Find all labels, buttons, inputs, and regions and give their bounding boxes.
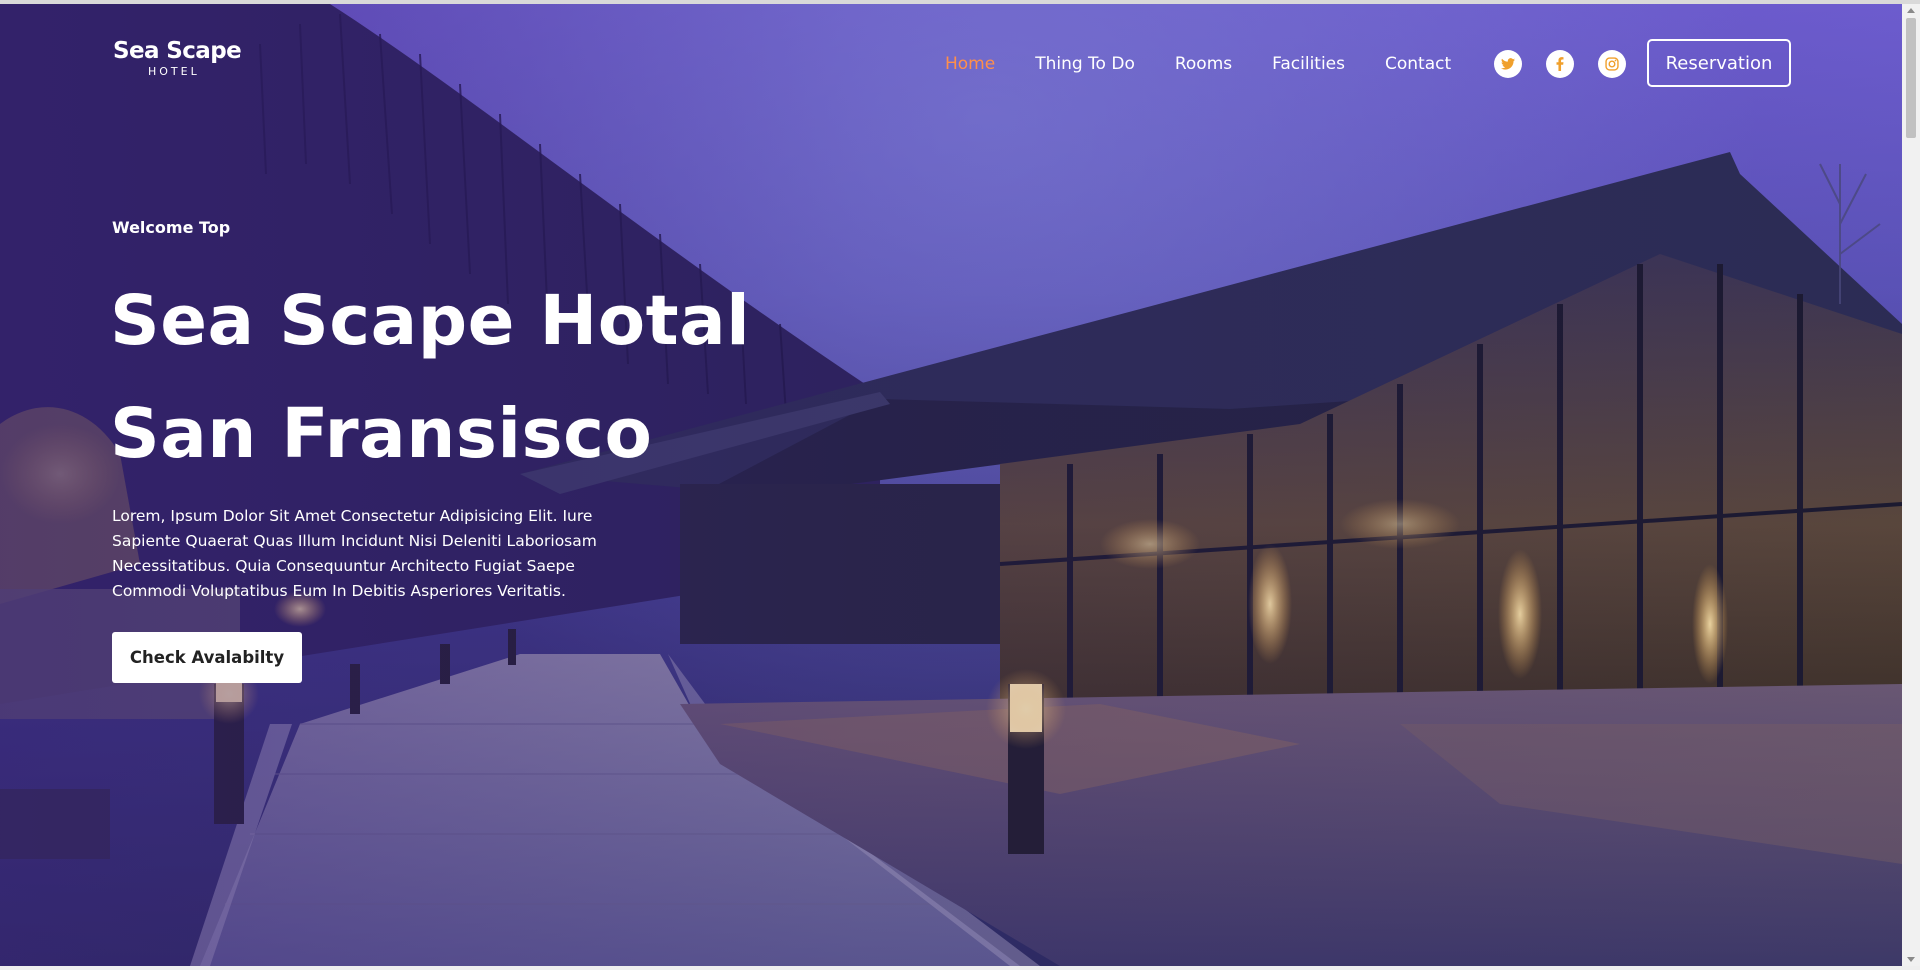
scroll-up-arrow-icon[interactable] bbox=[1907, 8, 1915, 13]
facebook-link[interactable] bbox=[1546, 50, 1574, 78]
nav-link-things-to-do[interactable]: Thing To Do bbox=[1035, 53, 1135, 75]
reservation-button[interactable]: Reservation bbox=[1647, 39, 1791, 87]
instagram-link[interactable] bbox=[1598, 50, 1626, 78]
facebook-icon bbox=[1556, 57, 1564, 71]
hero-title-line-2: San Fransisco bbox=[110, 394, 653, 474]
hero-title-line-1: Sea Scape Hotal bbox=[110, 281, 751, 361]
building-wall bbox=[680, 484, 1000, 644]
instagram-icon bbox=[1605, 57, 1619, 71]
main-nav: Home Thing To Do Rooms Facilities Contac… bbox=[945, 53, 1451, 75]
site-logo[interactable]: Sea Scape HOTEL bbox=[113, 37, 243, 79]
scroll-thumb[interactable] bbox=[1906, 18, 1916, 138]
nav-link-contact[interactable]: Contact bbox=[1385, 53, 1451, 75]
window-bottom-border bbox=[0, 966, 1920, 970]
twitter-icon bbox=[1501, 58, 1515, 70]
hero-description: Lorem, Ipsum Dolor Sit Amet Consectetur … bbox=[112, 507, 597, 600]
check-availability-button[interactable]: Check Avalabilty bbox=[112, 632, 302, 683]
hero-background-image bbox=[0, 4, 1902, 966]
hero-eyebrow: Welcome Top bbox=[112, 218, 231, 237]
logo-name: Sea Scape bbox=[113, 38, 242, 64]
page-scrollbar[interactable] bbox=[1902, 4, 1920, 966]
scroll-down-arrow-icon[interactable] bbox=[1907, 957, 1915, 962]
nav-link-home[interactable]: Home bbox=[945, 53, 995, 75]
logo-tagline: HOTEL bbox=[148, 65, 200, 78]
hero-section: Sea Scape HOTEL Home Thing To Do Rooms F… bbox=[0, 4, 1902, 966]
nav-link-facilities[interactable]: Facilities bbox=[1272, 53, 1345, 75]
nav-link-rooms[interactable]: Rooms bbox=[1175, 53, 1232, 75]
twitter-link[interactable] bbox=[1494, 50, 1522, 78]
social-links bbox=[1494, 50, 1626, 78]
